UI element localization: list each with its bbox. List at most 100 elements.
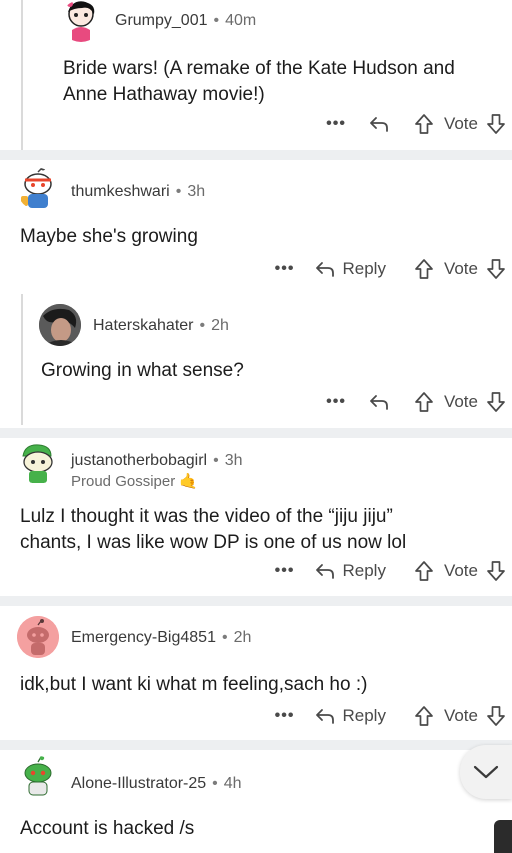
downvote-arrow-icon: [487, 561, 505, 581]
separator-dot: •: [212, 775, 218, 792]
timestamp: 2h: [211, 317, 229, 334]
comment-meta: thumkeshwari • 3h: [71, 183, 205, 201]
reply-arrow-icon: [316, 709, 335, 724]
comment-body: idk,but I want ki what m feeling,sach ho…: [20, 674, 368, 695]
comment-meta: Haterskahater • 2h: [93, 317, 229, 335]
comment-thumkeshwari: thumkeshwari • 3h Maybe she's growing ••• …: [0, 160, 512, 290]
snoo-girl-avatar-icon[interactable]: [60, 0, 102, 42]
comment-actions: ••• Reply Vote: [275, 254, 512, 284]
timestamp: 40m: [225, 12, 257, 29]
timestamp: 3h: [224, 452, 243, 469]
more-options-button[interactable]: •••: [275, 707, 295, 725]
snoo-green-avatar-icon[interactable]: [17, 756, 59, 798]
reply-button[interactable]: Reply: [314, 706, 386, 726]
downvote-arrow-icon: [487, 706, 505, 726]
thread-line: [21, 294, 23, 425]
username[interactable]: Grumpy_001: [115, 12, 208, 29]
comment-body-line-1: Lulz I thought it was the video of the “…: [20, 506, 393, 527]
snoo-headband-avatar-icon[interactable]: [17, 168, 59, 210]
username[interactable]: Emergency-Big4851: [71, 629, 216, 646]
reply-button[interactable]: Reply: [314, 259, 386, 279]
downvote-button[interactable]: [486, 113, 506, 135]
comment-divider: [0, 428, 512, 438]
reply-label: Reply: [342, 259, 386, 278]
comment-grumpy-001: Grumpy_001 • 40m Bride wars! (A remake of …: [0, 0, 512, 150]
upvote-arrow-icon: [415, 706, 433, 726]
upvote-arrow-icon: [415, 114, 433, 134]
comment-justanotherbobagirl: justanotherbobagirl • 3h Proud Gossiper 🤙 …: [0, 438, 512, 596]
timestamp: 2h: [233, 629, 252, 646]
comment-body: Account is hacked /s: [20, 818, 195, 839]
comment-body-line-2: chants, I was like wow DP is one of us n…: [20, 532, 407, 553]
comment-actions: ••• Vote: [326, 387, 512, 417]
scrollbar-thumb[interactable]: [494, 820, 512, 853]
downvote-button[interactable]: [486, 391, 506, 413]
comment-emergency-big4851: Emergency-Big4851 • 2h idk,but I want ki w…: [0, 606, 512, 740]
downvote-button[interactable]: [486, 560, 506, 582]
more-options-button[interactable]: •••: [275, 260, 295, 278]
user-flair: Proud Gossiper 🤙: [71, 473, 199, 490]
reply-button[interactable]: Reply: [314, 561, 386, 581]
snoo-green-cap-avatar-icon[interactable]: [17, 442, 59, 484]
upvote-button[interactable]: Vote: [414, 258, 478, 280]
reply-arrow-icon: [370, 395, 388, 410]
separator-dot: •: [221, 629, 228, 646]
comment-divider: [0, 596, 512, 606]
scroll-down-button[interactable]: [460, 745, 512, 799]
username[interactable]: justanotherbobagirl: [71, 452, 207, 469]
comment-meta: justanotherbobagirl • 3h: [71, 452, 243, 470]
upvote-arrow-icon: [415, 392, 433, 412]
downvote-arrow-icon: [487, 114, 505, 134]
comment-body: Bride wars! (A remake of the Kate Hudson…: [63, 58, 455, 105]
reply-arrow-icon: [370, 117, 388, 132]
timestamp: 4h: [223, 775, 242, 792]
comment-body: Maybe she's growing: [20, 226, 198, 247]
upvote-button[interactable]: Vote: [414, 113, 478, 135]
comment-haterskahater: Haterskahater • 2h Growing in what sense? …: [0, 290, 512, 425]
reply-arrow-icon: [316, 564, 335, 579]
comment-meta: Grumpy_001 • 40m: [115, 12, 256, 30]
reply-button[interactable]: [368, 392, 390, 412]
reply-label: Reply: [342, 561, 386, 580]
upvote-arrow-icon: [415, 259, 433, 279]
separator-dot: •: [175, 183, 182, 200]
username[interactable]: Haterskahater: [93, 317, 194, 334]
more-options-button[interactable]: •••: [326, 115, 346, 133]
upvote-button[interactable]: Vote: [414, 705, 478, 727]
username[interactable]: thumkeshwari: [71, 183, 170, 200]
comment-actions: ••• Reply Vote: [275, 701, 512, 731]
comment-alone-illustrator-25: Alone-Illustrator-25 • 4h Account is hacke…: [0, 750, 512, 853]
comment-actions: ••• Vote: [326, 109, 512, 139]
chevron-down-icon: [473, 765, 499, 779]
comment-actions: ••• Reply Vote: [275, 556, 512, 586]
snoo-default-avatar-icon[interactable]: [17, 616, 59, 658]
downvote-button[interactable]: [486, 705, 506, 727]
vote-label: Vote: [443, 706, 478, 725]
comment-body: Growing in what sense?: [41, 360, 244, 381]
vote-label: Vote: [443, 392, 478, 411]
comment-divider: [0, 740, 512, 750]
vote-label: Vote: [443, 114, 478, 133]
more-options-button[interactable]: •••: [326, 393, 346, 411]
upvote-button[interactable]: Vote: [414, 560, 478, 582]
thread-line: [21, 0, 23, 150]
upvote-button[interactable]: Vote: [414, 391, 478, 413]
vote-label: Vote: [443, 259, 478, 278]
photo-avatar-icon[interactable]: [39, 304, 81, 346]
separator-dot: •: [199, 317, 206, 334]
more-options-button[interactable]: •••: [275, 562, 295, 580]
comment-meta: Emergency-Big4851 • 2h: [71, 629, 251, 647]
vote-label: Vote: [443, 561, 478, 580]
downvote-button[interactable]: [486, 258, 506, 280]
reply-button[interactable]: [368, 114, 390, 134]
separator-dot: •: [213, 12, 220, 29]
reply-arrow-icon: [316, 262, 335, 277]
upvote-arrow-icon: [415, 561, 433, 581]
reply-label: Reply: [342, 706, 386, 725]
comment-meta: Alone-Illustrator-25 • 4h: [71, 775, 242, 793]
timestamp: 3h: [187, 183, 206, 200]
comment-divider: [0, 150, 512, 160]
downvote-arrow-icon: [487, 259, 505, 279]
downvote-arrow-icon: [487, 392, 505, 412]
username[interactable]: Alone-Illustrator-25: [71, 775, 206, 792]
